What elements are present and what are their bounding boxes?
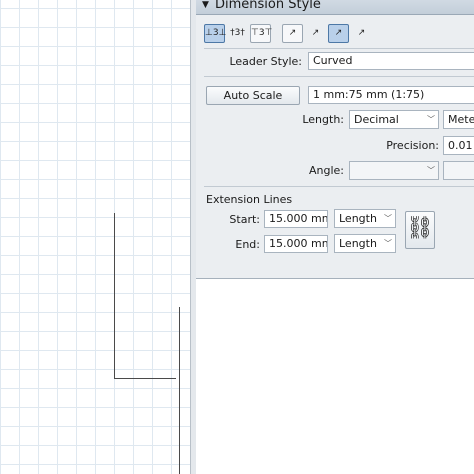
chevron-down-icon: ﹀ [427, 115, 435, 124]
leader-angled-button[interactable]: ↗ [305, 24, 326, 43]
end-mode-select[interactable]: Length ﹀ [334, 234, 396, 253]
drawing-line-vertical-left[interactable] [114, 213, 115, 379]
text-inline-icon: †3† [230, 28, 245, 38]
leader-curved-icon: ↗ [334, 28, 343, 38]
length-label: Length: [302, 113, 344, 126]
start-mode-value: Length [339, 212, 377, 225]
text-below-line-button[interactable]: ⊤3⊤ [250, 24, 273, 43]
chevron-down-icon: ﹀ [427, 166, 435, 175]
length-unit-value: Meter [448, 113, 474, 126]
precision-label: Precision: [386, 139, 439, 152]
chevron-down-icon: ﹀ [384, 239, 392, 248]
end-label: End: [235, 238, 260, 251]
angle-label: Angle: [308, 164, 344, 177]
chain-link-icon: ⛓ [406, 216, 434, 241]
text-above-line-button[interactable]: ⊥3⊥ [204, 24, 227, 43]
angle-select[interactable]: ﹀ [349, 161, 439, 180]
end-mode-value: Length [339, 237, 377, 250]
separator-3 [204, 186, 474, 187]
auto-scale-button[interactable]: Auto Scale [206, 86, 300, 105]
start-label: Start: [229, 213, 260, 226]
leader-style-field[interactable]: Curved [308, 52, 474, 70]
separator-1 [204, 48, 474, 49]
start-length-field[interactable]: 15.000 mm [264, 210, 328, 228]
panel-title: Dimension Style [215, 0, 321, 12]
precision-value: 0.01 m [448, 139, 474, 152]
drawing-line-vertical-right[interactable] [179, 307, 180, 474]
extension-lines-label: Extension Lines [206, 193, 293, 206]
precision-select[interactable]: 0.01 m [443, 136, 474, 155]
scale-field[interactable]: 1 mm:75 mm (1:75) [308, 86, 474, 104]
angle-unit-select[interactable] [443, 161, 474, 180]
leader-curved-button[interactable]: ↗ [328, 24, 349, 43]
length-format-value: Decimal [354, 113, 399, 126]
drawing-line-horizontal[interactable] [114, 378, 176, 379]
leader-straight-button[interactable]: ↗ [282, 24, 303, 43]
text-above-line-icon: ⊥3⊥ [205, 28, 227, 38]
drawing-canvas[interactable] [0, 0, 191, 474]
end-length-field[interactable]: 15.000 mm [264, 235, 328, 253]
panel-body: ⊥3⊥ †3† ⊤3⊤ ↗ ↗ ↗ ↗ Leader Style: Curved… [196, 15, 474, 279]
text-below-line-icon: ⊤3⊤ [251, 28, 273, 38]
link-lengths-button[interactable]: ⛓ [405, 211, 435, 249]
leader-free-icon: ↗ [357, 28, 366, 38]
panel-header[interactable]: ▼ Dimension Style [196, 0, 474, 15]
leader-angled-icon: ↗ [311, 28, 320, 38]
collapse-arrow-icon[interactable]: ▼ [202, 0, 209, 14]
leader-free-button[interactable]: ↗ [351, 24, 372, 43]
leader-style-label: Leader Style: [229, 55, 302, 68]
text-inline-button[interactable]: †3† [227, 24, 248, 43]
chevron-down-icon: ﹀ [384, 214, 392, 223]
leader-straight-icon: ↗ [288, 28, 297, 38]
length-unit-select[interactable]: Meter [443, 110, 474, 129]
dimension-style-panel: ▼ Dimension Style ⊥3⊥ †3† ⊤3⊤ ↗ ↗ ↗ ↗ Le… [196, 0, 474, 474]
length-format-select[interactable]: Decimal ﹀ [349, 110, 439, 129]
start-mode-select[interactable]: Length ﹀ [334, 209, 396, 228]
separator-2 [204, 76, 474, 77]
